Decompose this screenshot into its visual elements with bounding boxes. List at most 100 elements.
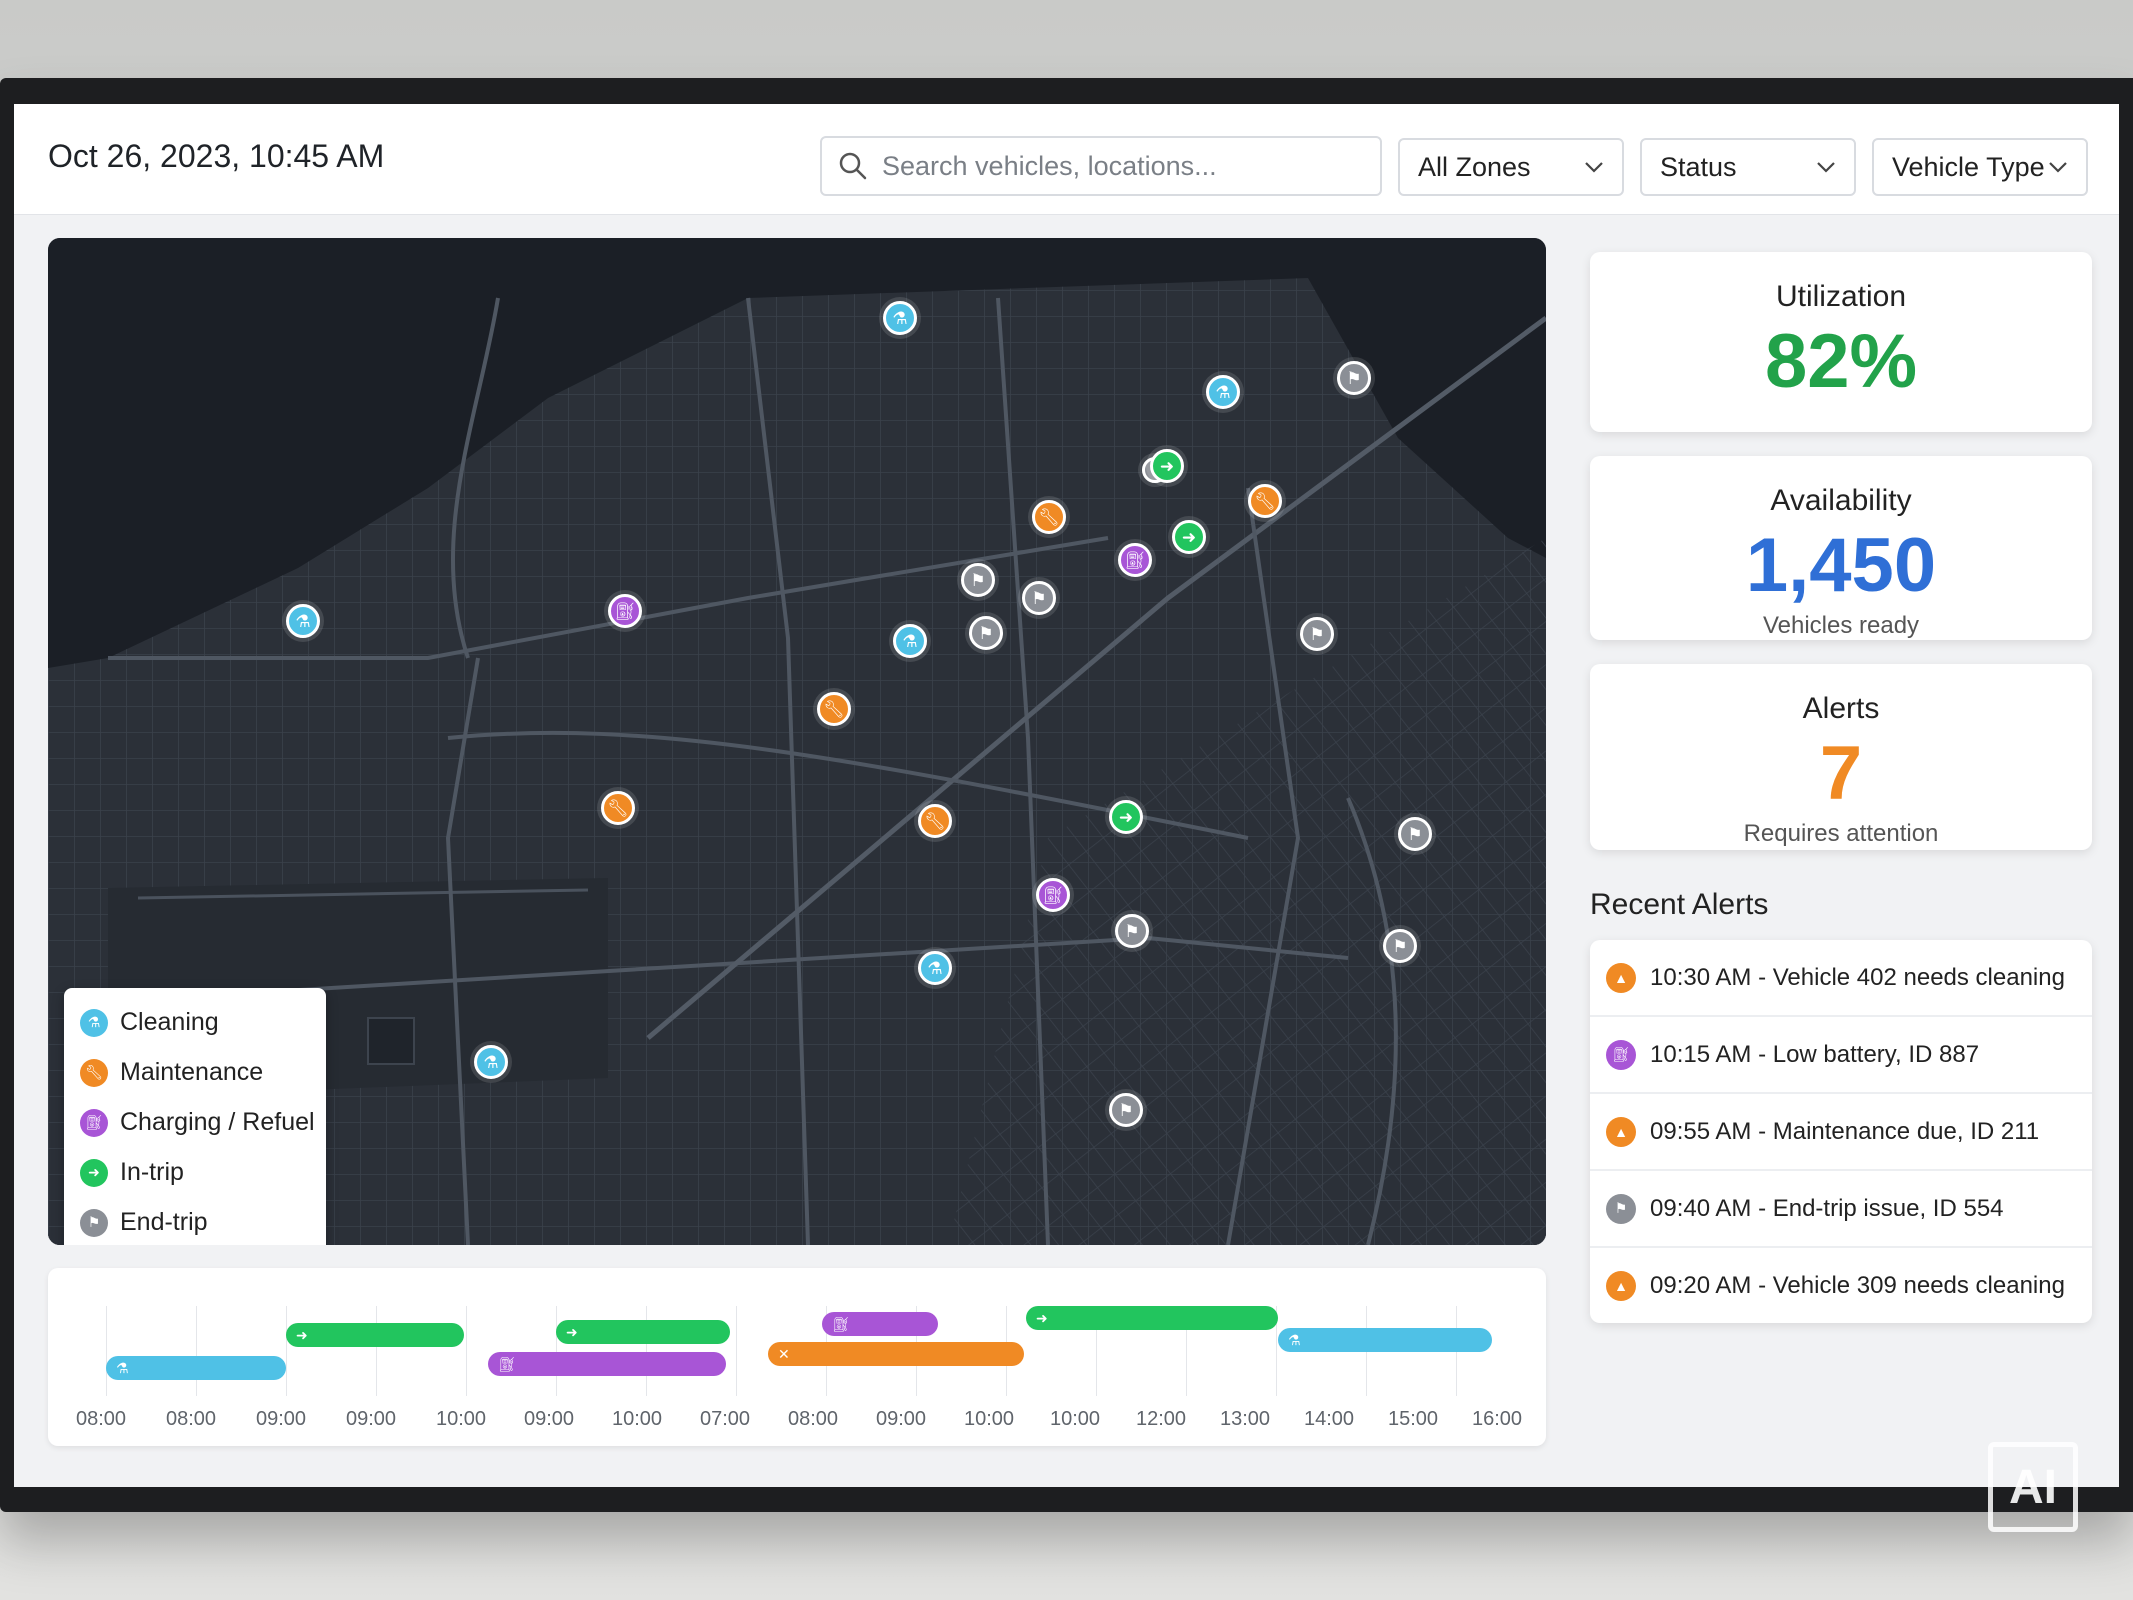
- legend-item-charging: ⛽︎ Charging / Refuel: [80, 1108, 315, 1137]
- timeline-tick: 10:00: [964, 1408, 1015, 1430]
- search-box[interactable]: [820, 136, 1382, 196]
- timeline-tick: 09:00: [256, 1408, 307, 1430]
- fleet-map[interactable]: ⚗ ⚗ ⚑ ⚑ ➜ 🔧︎ 🔧︎ ➜ ⛽︎ ⚑ ⚑ ⚑ ⛽︎ ⚗ ⚗ ⚑ 🔧︎ 🔧…: [48, 238, 1546, 1245]
- alerts-value: 7: [1819, 731, 1863, 816]
- flag-icon: ⚑: [1124, 921, 1140, 941]
- end-trip-vehicle-pin[interactable]: ⚑: [1022, 581, 1056, 615]
- fuel-icon: ⛽︎: [614, 601, 636, 621]
- flag-icon: ⚑: [1606, 1193, 1636, 1224]
- timeline-gridline: [736, 1306, 737, 1396]
- status-dropdown[interactable]: Status: [1640, 138, 1856, 196]
- dashboard-screen: Oct 26, 2023, 10:45 AM All Zones Status …: [14, 104, 2119, 1487]
- status-dropdown-label: Status: [1660, 151, 1737, 182]
- cleaning-vehicle-pin[interactable]: ⚗: [1206, 375, 1240, 409]
- legend-item-maintenance: 🔧︎ Maintenance: [80, 1058, 263, 1087]
- timeline-tick: 13:00: [1220, 1408, 1271, 1430]
- end-trip-vehicle-pin[interactable]: ⚑: [969, 616, 1003, 650]
- maintenance-bar[interactable]: ✕: [768, 1342, 1024, 1366]
- search-icon: [839, 152, 867, 180]
- utilization-value: 82%: [1764, 319, 1918, 404]
- fuel-icon: ⛽︎: [832, 1315, 850, 1332]
- alert-item[interactable]: ⚑ 09:40 AM - End-trip issue, ID 554: [1590, 1171, 2092, 1248]
- flag-icon: ⚑: [978, 623, 994, 643]
- legend-label: Charging / Refuel: [120, 1108, 315, 1136]
- in-trip-vehicle-pin[interactable]: ➜: [1109, 800, 1143, 834]
- charging-vehicle-pin[interactable]: ⛽︎: [1036, 878, 1070, 912]
- flag-icon: ⚑: [1346, 368, 1362, 388]
- timeline-tick: 12:00: [1136, 1408, 1187, 1430]
- charging-vehicle-pin[interactable]: ⛽︎: [608, 594, 642, 628]
- cleaning-vehicle-pin[interactable]: ⚗: [883, 301, 917, 335]
- availability-subtitle: Vehicles ready: [1762, 612, 1920, 639]
- arrow-right-icon: ➜: [1118, 807, 1134, 827]
- alert-item[interactable]: ▲ 09:55 AM - Maintenance due, ID 211: [1590, 1094, 2092, 1171]
- cleaning-bar[interactable]: ⚗: [106, 1356, 286, 1380]
- cleaning-bar[interactable]: ⚗: [1278, 1328, 1492, 1352]
- cleaning-vehicle-pin[interactable]: ⚗: [893, 624, 927, 658]
- vehicle-type-dropdown[interactable]: Vehicle Type: [1872, 138, 2088, 196]
- utilization-card: Utilization 82%: [1590, 252, 2092, 432]
- alert-item[interactable]: ▲ 10:30 AM - Vehicle 402 needs cleaning: [1590, 940, 2092, 1017]
- map-legend: ⚗ Cleaning 🔧︎ Maintenance ⛽︎ Charging / …: [64, 988, 326, 1245]
- flag-icon: ⚑: [1309, 624, 1325, 644]
- in-trip-bar[interactable]: ➜: [286, 1323, 464, 1347]
- alerts-card: Alerts 7 Requires attention: [1590, 664, 2092, 850]
- timeline-gridline: [106, 1306, 107, 1396]
- charging-vehicle-pin[interactable]: ⛽︎: [1118, 543, 1152, 577]
- spray-icon: ⚗: [892, 308, 908, 328]
- cleaning-vehicle-pin[interactable]: ⚗: [474, 1045, 508, 1079]
- chevron-down-icon: [2049, 162, 2067, 173]
- fuel-icon: ⛽︎: [80, 1108, 108, 1137]
- recent-alerts-title: Recent Alerts: [1590, 888, 1769, 921]
- top-bar: Oct 26, 2023, 10:45 AM All Zones Status …: [14, 104, 2119, 215]
- watermark-logo: AI: [1988, 1442, 2078, 1532]
- end-trip-vehicle-pin[interactable]: ⚑: [1337, 361, 1371, 395]
- timeline-tick: 09:00: [876, 1408, 927, 1430]
- spray-icon: ⚗: [483, 1052, 499, 1072]
- charging-bar[interactable]: ⛽︎: [822, 1312, 938, 1336]
- timeline-tick: 08:00: [76, 1408, 127, 1430]
- in-trip-vehicle-pin[interactable]: ➜: [1172, 520, 1206, 554]
- flag-icon: ⚑: [80, 1208, 108, 1237]
- spray-icon: ⚗: [1288, 1331, 1301, 1348]
- timeline-tick: 09:00: [524, 1408, 575, 1430]
- arrow-right-icon: ➜: [1181, 527, 1197, 547]
- maintenance-vehicle-pin[interactable]: 🔧︎: [817, 692, 851, 726]
- end-trip-vehicle-pin[interactable]: ⚑: [1115, 914, 1149, 948]
- in-trip-bar[interactable]: ➜: [1026, 1306, 1278, 1330]
- in-trip-bar[interactable]: ➜: [556, 1320, 730, 1344]
- zones-dropdown[interactable]: All Zones: [1398, 138, 1624, 196]
- wrench-icon: 🔧︎: [924, 811, 946, 831]
- alert-text: 09:55 AM - Maintenance due, ID 211: [1650, 1117, 2040, 1145]
- end-trip-vehicle-pin[interactable]: ⚑: [1109, 1093, 1143, 1127]
- maintenance-vehicle-pin[interactable]: 🔧︎: [1032, 500, 1066, 534]
- search-input[interactable]: [880, 149, 1344, 183]
- end-trip-vehicle-pin[interactable]: ⚑: [1383, 929, 1417, 963]
- fuel-icon: ⛽︎: [1124, 550, 1146, 570]
- charging-bar[interactable]: ⛽︎: [488, 1352, 726, 1376]
- end-trip-vehicle-pin[interactable]: ⚑: [1398, 817, 1432, 851]
- cleaning-vehicle-pin[interactable]: ⚗: [918, 951, 952, 985]
- legend-label: End-trip: [120, 1208, 208, 1236]
- wrench-icon: ✕: [778, 1345, 790, 1362]
- wrench-icon: 🔧︎: [80, 1058, 108, 1087]
- alert-text: 10:30 AM - Vehicle 402 needs cleaning: [1650, 963, 2065, 991]
- availability-value: 1,450: [1745, 523, 1937, 608]
- flag-icon: ⚑: [1031, 588, 1047, 608]
- timeline-tick: 10:00: [1050, 1408, 1101, 1430]
- alert-item[interactable]: ▲ 09:20 AM - Vehicle 309 needs cleaning: [1590, 1248, 2092, 1323]
- alert-item[interactable]: ⛽︎ 10:15 AM - Low battery, ID 887: [1590, 1017, 2092, 1094]
- maintenance-vehicle-pin[interactable]: 🔧︎: [918, 804, 952, 838]
- in-trip-vehicle-pin[interactable]: ➜: [1150, 449, 1184, 483]
- end-trip-vehicle-pin[interactable]: ⚑: [1300, 617, 1334, 651]
- availability-title: Availability: [1770, 484, 1912, 517]
- arrow-right-icon: ➜: [566, 1323, 578, 1340]
- cleaning-vehicle-pin[interactable]: ⚗: [286, 604, 320, 638]
- maintenance-vehicle-pin[interactable]: 🔧︎: [601, 791, 635, 825]
- end-trip-vehicle-pin[interactable]: ⚑: [961, 563, 995, 597]
- activity-timeline: ➜ ⚗ ➜ ⛽︎ ⛽︎ ✕ ➜ ⚗ 08:00 08:00 09:00 09:0…: [48, 1268, 1546, 1446]
- timeline-tick: 14:00: [1304, 1408, 1355, 1430]
- wrench-icon: 🔧︎: [1254, 491, 1276, 511]
- flag-icon: ⚑: [1407, 824, 1423, 844]
- maintenance-vehicle-pin[interactable]: 🔧︎: [1248, 484, 1282, 518]
